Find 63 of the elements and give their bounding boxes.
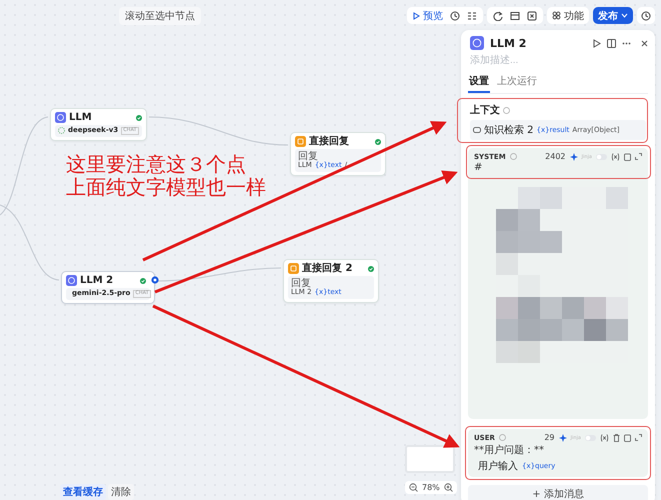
- view-cache-button[interactable]: 查看缓存: [60, 484, 106, 500]
- panel-tab[interactable]: 上次运行: [496, 72, 538, 93]
- split-view-icon[interactable]: [607, 38, 616, 48]
- close-icon[interactable]: [641, 40, 648, 46]
- connection-handle[interactable]: [151, 276, 159, 284]
- node-title: LLM: [69, 112, 93, 123]
- panel-tab[interactable]: 设置: [468, 72, 490, 93]
- minimap[interactable]: [405, 445, 455, 473]
- caret-icon: [621, 13, 628, 18]
- node-title: 直接回复 2: [302, 263, 354, 274]
- success-icon: [140, 278, 146, 284]
- scroll-to-node-button[interactable]: 滚动至选中节点: [119, 7, 201, 25]
- toggle-switch[interactable]: [585, 434, 596, 440]
- success-icon: [136, 114, 142, 120]
- history-icon: [641, 10, 651, 20]
- node-title: 直接回复: [309, 136, 350, 147]
- grid-icon: [552, 11, 561, 20]
- annotation-text: 上面纯文字模型也一样: [66, 176, 266, 199]
- list-icon[interactable]: [467, 10, 477, 20]
- node-title: LLM 2: [80, 275, 114, 286]
- panel-title: LLM 2: [490, 36, 526, 50]
- copy-icon[interactable]: [624, 434, 631, 442]
- help-icon: [498, 434, 506, 441]
- expand-icon[interactable]: [635, 434, 642, 441]
- token-count: 2402: [545, 152, 566, 161]
- add-message-button[interactable]: + 添加消息: [468, 485, 648, 500]
- clock-icon[interactable]: [450, 10, 460, 20]
- toggle-switch[interactable]: [596, 154, 607, 160]
- run-icon[interactable]: [593, 38, 601, 48]
- variable-icon[interactable]: [527, 10, 537, 20]
- context-label: 上下文: [470, 104, 500, 117]
- panel-icon[interactable]: [510, 10, 520, 20]
- delete-icon[interactable]: [613, 434, 620, 442]
- answer-label: 回复: [298, 151, 318, 162]
- features-button[interactable]: 功能: [547, 7, 589, 24]
- help-icon: [510, 153, 517, 160]
- sparkle-icon[interactable]: [570, 152, 578, 160]
- refresh-icon[interactable]: [493, 10, 503, 20]
- zoom-in-icon[interactable]: [444, 483, 453, 492]
- model-icon: [58, 127, 65, 134]
- prompt-text: #: [474, 162, 484, 173]
- more-icon[interactable]: [622, 42, 631, 44]
- prompt-text: **用户问题：**: [474, 444, 545, 457]
- zoom-out-icon[interactable]: [409, 483, 418, 492]
- reply-icon: [288, 263, 299, 274]
- history-button[interactable]: [637, 7, 655, 24]
- help-icon: [503, 106, 510, 114]
- success-icon: [368, 266, 374, 272]
- reply-icon: [295, 136, 306, 147]
- sparkle-icon[interactable]: [558, 434, 566, 442]
- clear-button[interactable]: 清除: [108, 484, 134, 500]
- publish-button[interactable]: 发布: [593, 7, 633, 24]
- zoom-level: 78%: [422, 483, 440, 492]
- variable-icon[interactable]: [600, 434, 609, 442]
- annotation-text: 这里要注意这３个点: [66, 153, 247, 176]
- expand-icon[interactable]: [635, 153, 642, 160]
- answer-label: 回复: [291, 278, 312, 289]
- play-icon: [413, 12, 420, 20]
- token-count: 29: [544, 433, 554, 442]
- success-icon: [375, 138, 381, 144]
- variable-icon[interactable]: [611, 152, 620, 160]
- copy-icon[interactable]: [624, 152, 631, 160]
- description-field[interactable]: 添加描述...: [468, 53, 648, 68]
